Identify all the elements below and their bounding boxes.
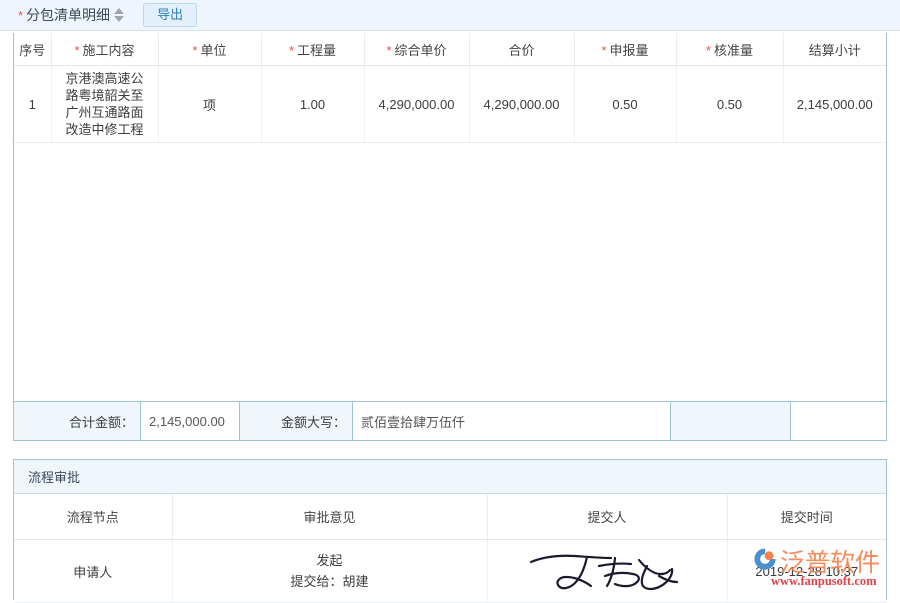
panel-title: * 分包清单明细 bbox=[18, 5, 125, 25]
cell-content[interactable]: 京港澳高速公路粤境韶关至广州互通路面改造中修工程 bbox=[51, 66, 158, 143]
col-header-quantity[interactable]: *工程量 bbox=[261, 33, 364, 66]
export-button[interactable]: 导出 bbox=[143, 3, 197, 27]
cell-total-price: 4,290,000.00 bbox=[469, 66, 574, 143]
sort-updown-icon[interactable] bbox=[113, 8, 125, 22]
col-header-total-price[interactable]: 合价 bbox=[469, 33, 574, 66]
cell-approved[interactable]: 0.50 bbox=[676, 66, 783, 143]
capital-amount-label: 金额大写： bbox=[240, 402, 353, 440]
detail-table: 序号 *施工内容 *单位 *工程量 *综合单价 合价 *申报量 *核准量 结算小… bbox=[14, 33, 886, 143]
col-header-unit[interactable]: *单位 bbox=[158, 33, 261, 66]
panel-title-text: 分包清单明细 bbox=[26, 5, 110, 25]
col-header-content[interactable]: *施工内容 bbox=[51, 33, 158, 66]
col-header-unit-price[interactable]: *综合单价 bbox=[364, 33, 469, 66]
total-amount-label: 合计金额： bbox=[14, 402, 141, 440]
col-header-seq[interactable]: 序号 bbox=[14, 33, 51, 66]
col-header-submit-time: 提交时间 bbox=[727, 494, 886, 540]
approval-opinion-line-1: 发起 bbox=[183, 550, 477, 571]
approval-submit-time: 2019-12-28 10:37 bbox=[727, 540, 886, 603]
approval-header-row: 流程节点 审批意见 提交人 提交时间 bbox=[14, 494, 886, 540]
toolbar: * 分包清单明细 导出 bbox=[0, 0, 900, 31]
required-star-icon: * bbox=[18, 9, 23, 22]
cell-quantity[interactable]: 1.00 bbox=[261, 66, 364, 143]
cell-settlement: 2,145,000.00 bbox=[783, 66, 886, 143]
summary-bar: 合计金额： 2,145,000.00 金额大写： 贰佰壹拾肆万伍仟 bbox=[13, 401, 887, 441]
approval-submitter bbox=[487, 540, 727, 603]
approval-opinion: 发起 提交给：胡建 bbox=[172, 540, 487, 603]
approval-node: 申请人 bbox=[14, 540, 172, 603]
signature-icon bbox=[527, 546, 687, 596]
col-header-submitter: 提交人 bbox=[487, 494, 727, 540]
summary-blank-cell-2 bbox=[791, 402, 886, 440]
approval-panel-title: 流程审批 bbox=[14, 460, 886, 494]
table-row[interactable]: 1 京港澳高速公路粤境韶关至广州互通路面改造中修工程 项 1.00 4,290,… bbox=[14, 66, 886, 143]
col-header-declared[interactable]: *申报量 bbox=[574, 33, 676, 66]
workflow-approval-panel: 流程审批 流程节点 审批意见 提交人 提交时间 申请人 发起 提交给：胡建 bbox=[13, 459, 887, 600]
capital-amount-value: 贰佰壹拾肆万伍仟 bbox=[353, 402, 671, 440]
subcontract-detail-grid: 序号 *施工内容 *单位 *工程量 *综合单价 合价 *申报量 *核准量 结算小… bbox=[13, 33, 887, 441]
cell-unit-price[interactable]: 4,290,000.00 bbox=[364, 66, 469, 143]
approval-row: 申请人 发起 提交给：胡建 bbox=[14, 540, 886, 603]
cell-seq: 1 bbox=[14, 66, 51, 143]
col-header-opinion: 审批意见 bbox=[172, 494, 487, 540]
table-header-row: 序号 *施工内容 *单位 *工程量 *综合单价 合价 *申报量 *核准量 结算小… bbox=[14, 33, 886, 66]
total-amount-value: 2,145,000.00 bbox=[141, 402, 240, 440]
approval-table: 流程节点 审批意见 提交人 提交时间 申请人 发起 提交给：胡建 bbox=[14, 494, 886, 603]
col-header-node: 流程节点 bbox=[14, 494, 172, 540]
cell-unit[interactable]: 项 bbox=[158, 66, 261, 143]
cell-declared[interactable]: 0.50 bbox=[574, 66, 676, 143]
approval-opinion-line-2: 提交给：胡建 bbox=[183, 571, 477, 592]
col-header-settlement[interactable]: 结算小计 bbox=[783, 33, 886, 66]
summary-blank-cell-1 bbox=[671, 402, 791, 440]
col-header-approved[interactable]: *核准量 bbox=[676, 33, 783, 66]
